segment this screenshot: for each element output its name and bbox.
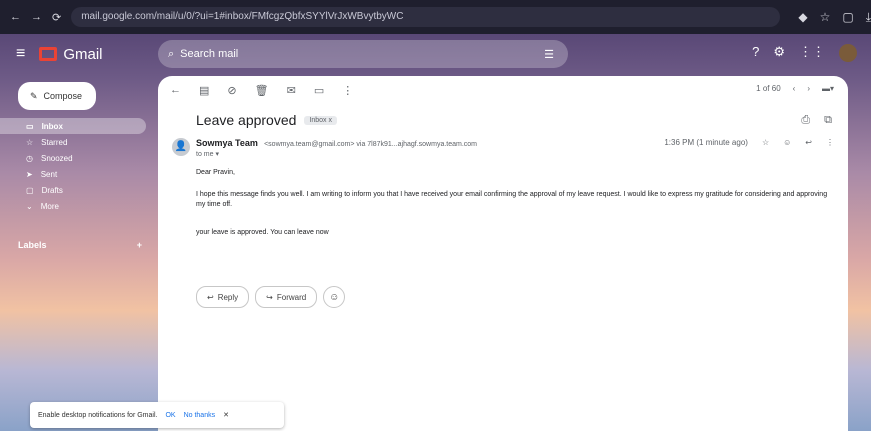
move-to-icon[interactable]: ▭ [314, 84, 324, 97]
extension-icon[interactable]: ◆ [798, 10, 807, 25]
pencil-icon: ✎ [30, 90, 38, 101]
email-view: ← ▤ ⊘ 🗑 ✉ ▭ ⋮ 1 of 60 ‹ › ▬▾ Leave appro… [158, 76, 848, 431]
sender-email: <sowmya.team@gmail.com> via 7l87k91...aj… [264, 141, 478, 148]
print-icon[interactable]: ⎙ [801, 114, 810, 127]
email-body: Dear Pravin, I hope this message finds y… [196, 168, 836, 250]
gmail-logo[interactable]: Gmail [39, 45, 103, 63]
sidebar: ▭ Inbox ☆ Starred ◷ Snoozed ➤ Sent ▢ Dra… [0, 118, 150, 214]
compose-label: Compose [43, 91, 83, 101]
main-menu-icon[interactable]: ≡ [16, 45, 25, 63]
sender-avatar[interactable]: 👤 [172, 138, 190, 156]
body-paragraph-2: your leave is approved. You can leave no… [196, 229, 329, 236]
newer-icon[interactable]: › [807, 84, 810, 93]
mark-unread-icon[interactable]: ✉ [287, 84, 296, 97]
delete-icon[interactable]: 🗑 [255, 84, 269, 97]
more-options-icon[interactable]: ⋮ [342, 84, 353, 97]
send-icon: ➤ [26, 169, 33, 179]
body-paragraph-1: I hope this message finds you well. I am… [196, 191, 828, 208]
search-options-icon[interactable]: ☰ [544, 48, 554, 61]
sidebar-item-label: Drafts [41, 185, 63, 195]
settings-gear-icon[interactable]: ⚙ [773, 44, 785, 62]
sidebar-item-label: Starred [41, 137, 68, 147]
sidebar-item-sent[interactable]: ➤ Sent [0, 166, 150, 182]
reply-icon[interactable]: ↩ [805, 138, 812, 147]
greeting: Dear Pravin, [196, 169, 235, 176]
tab-icon[interactable]: ▢ [842, 10, 853, 25]
older-icon[interactable]: ‹ [793, 84, 796, 93]
reply-actions: ↩ Reply ↪ Forward ☺ [196, 286, 346, 308]
emoji-react-icon[interactable]: ☺ [783, 138, 791, 147]
sidebar-item-snoozed[interactable]: ◷ Snoozed [0, 150, 150, 166]
apps-grid-icon[interactable]: ⋮⋮ [799, 44, 825, 62]
account-avatar[interactable] [839, 44, 857, 62]
forward-button[interactable]: ↪ Forward [255, 286, 318, 308]
email-time: 1:36 PM (1 minute ago) [664, 138, 748, 147]
gmail-app-name: Gmail [63, 45, 103, 63]
compose-button[interactable]: ✎ Compose [18, 82, 96, 110]
inbox-icon: ▭ [26, 121, 34, 131]
gmail-m-icon [39, 47, 58, 61]
subject-line: Leave approved Inbox x [196, 112, 337, 128]
gmail-header: ≡ Gmail ⌕ Search mail ☰ ? ⚙ ⋮⋮ [0, 34, 871, 74]
sender-line: Sowmya Team <sowmya.team@gmail.com> via … [196, 138, 477, 148]
address-bar[interactable]: mail.google.com/mail/u/0/?ui=1#inbox/FMf… [71, 7, 781, 27]
input-tools-icon[interactable]: ▬▾ [822, 84, 834, 93]
add-label-icon[interactable]: + [137, 240, 142, 250]
notification-ok-button[interactable]: OK [165, 412, 175, 419]
reply-arrow-icon: ↩ [207, 292, 214, 302]
subject-actions: ⎙ ⧉ [801, 114, 832, 127]
sidebar-item-label: Sent [40, 169, 58, 179]
browser-toolbar: ← → ⟳ mail.google.com/mail/u/0/?ui=1#inb… [0, 0, 871, 34]
sidebar-item-inbox[interactable]: ▭ Inbox [0, 118, 146, 134]
pager: 1 of 60 ‹ › ▬▾ [756, 84, 834, 93]
star-icon: ☆ [26, 137, 34, 147]
archive-icon[interactable]: ▤ [199, 84, 209, 97]
sidebar-item-label: Snoozed [40, 153, 73, 163]
back-icon[interactable]: ← [10, 11, 21, 24]
sidebar-item-label: More [40, 201, 59, 211]
download-icon[interactable]: ⤓ [866, 10, 871, 25]
email-meta: 1:36 PM (1 minute ago) ☆ ☺ ↩ ⋮ [664, 138, 834, 147]
reply-label: Reply [217, 292, 239, 302]
search-input[interactable]: ⌕ Search mail ☰ [158, 40, 568, 68]
open-new-window-icon[interactable]: ⧉ [824, 114, 832, 127]
notification-no-thanks-button[interactable]: No thanks [184, 412, 216, 419]
search-placeholder: Search mail [180, 48, 239, 60]
email-subject: Leave approved [196, 112, 297, 128]
draft-icon: ▢ [26, 185, 34, 195]
report-spam-icon[interactable]: ⊘ [227, 84, 236, 97]
notification-toast: Enable desktop notifications for Gmail. … [30, 402, 284, 428]
close-icon[interactable]: ✕ [223, 411, 229, 419]
reload-icon[interactable]: ⟳ [52, 11, 61, 24]
reply-button[interactable]: ↩ Reply [196, 286, 250, 308]
forward-label: Forward [276, 292, 307, 302]
recipient-details[interactable]: to me ▾ [196, 150, 219, 158]
search-icon[interactable]: ⌕ [168, 48, 174, 61]
to-me-label: to me [196, 151, 214, 158]
labels-section: Labels + [18, 240, 142, 250]
notification-text: Enable desktop notifications for Gmail. [38, 411, 158, 419]
bookmark-star-icon[interactable]: ☆ [820, 10, 831, 25]
inbox-chip[interactable]: Inbox x [304, 115, 337, 125]
chevron-down-icon: ⌄ [26, 201, 33, 211]
sidebar-item-label: Inbox [41, 121, 63, 131]
back-to-inbox-icon[interactable]: ← [170, 84, 181, 97]
sender-name: Sowmya Team [196, 138, 258, 148]
email-toolbar: ← ▤ ⊘ 🗑 ✉ ▭ ⋮ [170, 84, 353, 97]
emoji-reaction-button[interactable]: ☺ [323, 286, 346, 308]
clock-icon: ◷ [26, 153, 33, 163]
forward-arrow-icon: ↪ [266, 292, 273, 302]
sidebar-item-more[interactable]: ⌄ More [0, 198, 150, 214]
sidebar-item-starred[interactable]: ☆ Starred [0, 134, 150, 150]
forward-icon[interactable]: → [31, 11, 42, 24]
pager-text: 1 of 60 [756, 84, 781, 93]
star-icon[interactable]: ☆ [762, 138, 769, 147]
labels-heading: Labels [18, 240, 47, 250]
more-vert-icon[interactable]: ⋮ [826, 138, 834, 147]
sidebar-item-drafts[interactable]: ▢ Drafts [0, 182, 150, 198]
help-icon[interactable]: ? [752, 44, 759, 62]
